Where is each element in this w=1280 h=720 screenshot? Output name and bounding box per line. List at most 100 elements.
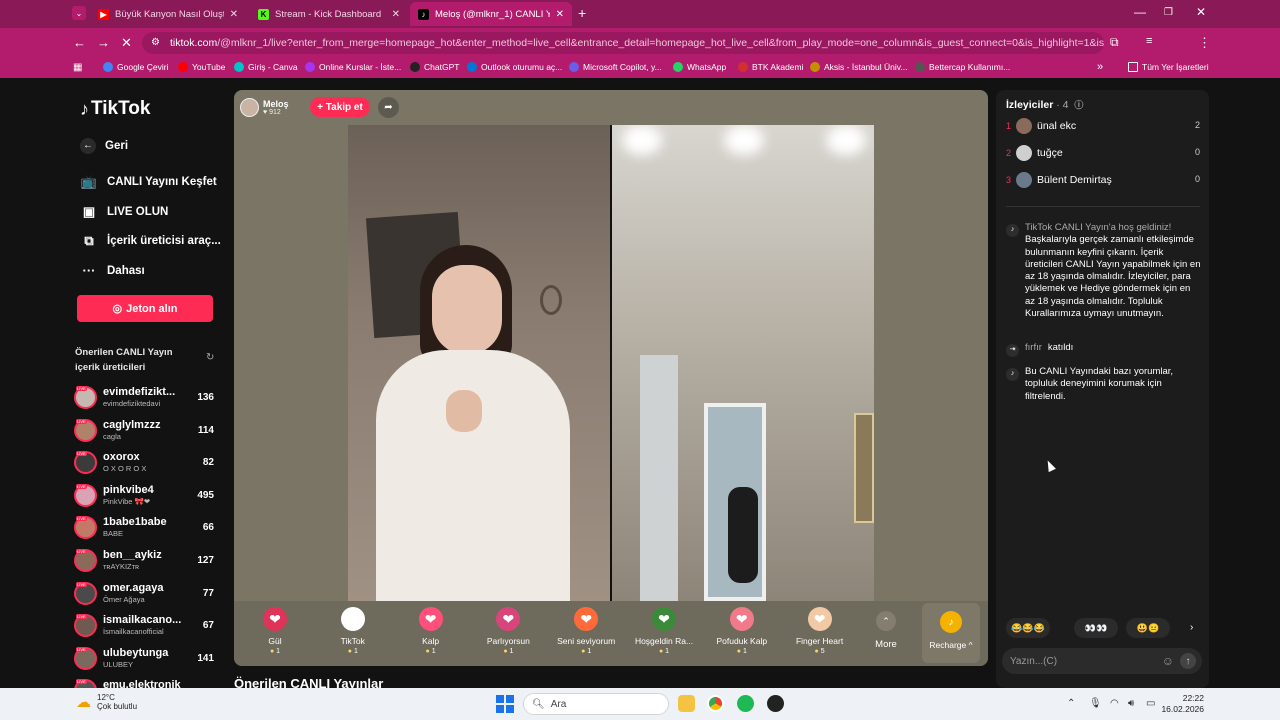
- bookmark-chatgpt[interactable]: ChatGPT: [410, 62, 459, 72]
- suggested-creator[interactable]: LIVE ismailkacano... İsmailkacanofficial 67: [74, 611, 224, 639]
- share-icon[interactable]: ➦: [378, 97, 399, 118]
- app-icon[interactable]: [767, 695, 784, 712]
- bookmark-udemy[interactable]: Online Kurslar - İste...: [305, 62, 401, 72]
- microphone-icon[interactable]: 🎙︎: [1089, 698, 1102, 709]
- gift-item[interactable]: ❤ Finger Heart ● 5: [782, 607, 858, 663]
- extensions-icon[interactable]: ⧉: [1110, 35, 1119, 50]
- battery-icon[interactable]: ▭: [1146, 698, 1155, 709]
- creator-nickname: İsmailkacanofficial: [103, 627, 164, 637]
- chrome-icon[interactable]: [707, 695, 724, 712]
- bookmarks-overflow-icon[interactable]: »: [1097, 61, 1103, 73]
- weather-widget[interactable]: ☁ 12°C Çok bulutlu: [76, 693, 137, 711]
- gift-item[interactable]: ❤ Gül ● 1: [237, 607, 313, 663]
- gift-item[interactable]: ❤ Parlıyorsun ● 1: [470, 607, 546, 663]
- bookmark-aksis[interactable]: Aksis - İstanbul Üniv...: [810, 62, 907, 72]
- tab-tiktok-live[interactable]: ♪ Meloş (@mlknr_1) CANLI Yayını ✕: [410, 2, 572, 26]
- forward-arrow-icon[interactable]: →: [97, 35, 110, 50]
- host-avatar[interactable]: [240, 97, 259, 117]
- host-likes-count: 912: [269, 108, 281, 116]
- get-coins-button[interactable]: ◎ Jeton alın: [77, 295, 213, 322]
- bookmark-whatsapp[interactable]: WhatsApp: [673, 62, 726, 72]
- maximize-button[interactable]: ❐: [1164, 7, 1173, 18]
- file-explorer-icon[interactable]: [678, 695, 695, 712]
- creator-name: evimdefizikt...: [103, 386, 176, 398]
- tab-youtube[interactable]: ▶ Büyük Kanyon Nasıl Oluştu? - Y ✕: [90, 2, 246, 26]
- sidebar-item-more[interactable]: ··· Dahası: [80, 263, 145, 278]
- tab-search-icon[interactable]: ⌄: [72, 6, 86, 20]
- back-link[interactable]: ← Geri: [80, 138, 128, 154]
- gift-item[interactable]: ❤ Kalp ● 1: [393, 607, 469, 663]
- live-stream-player[interactable]: Meloş ♥ 912 + Takip et ➦: [234, 90, 988, 666]
- sidebar-item-creator-tools[interactable]: ⧉ İçerik üreticisi araç...: [80, 233, 220, 249]
- emoji-picker-icon[interactable]: ☺: [1162, 654, 1174, 668]
- join-username[interactable]: fırfır: [1025, 342, 1042, 353]
- taskbar-search[interactable]: 🔍︎ Ara: [523, 693, 669, 715]
- suggested-creator[interactable]: LIVE ulubeytunga ULUBEY 141: [74, 644, 224, 672]
- clock[interactable]: 22:22 16.02.2026: [1160, 693, 1204, 715]
- info-icon[interactable]: ⓘ: [1074, 100, 1083, 110]
- close-icon[interactable]: ✕: [556, 9, 564, 20]
- more-gifts-button[interactable]: ⌃ More: [862, 607, 910, 663]
- follow-button[interactable]: + Takip et: [310, 97, 370, 117]
- suggested-creator[interactable]: LIVE evimdefizikt... evimdefiziktedavi 136: [74, 383, 224, 411]
- close-icon[interactable]: ✕: [392, 9, 400, 20]
- gift-item[interactable]: ❤ Hoşgeldin Ra... ● 1: [626, 607, 702, 663]
- quick-emoji-laugh[interactable]: 😂😂😂: [1006, 618, 1050, 638]
- host-info[interactable]: Meloş ♥ 912: [240, 95, 298, 119]
- weather-temp: 12°C: [97, 693, 115, 702]
- volume-icon[interactable]: 🔊︎: [1128, 698, 1134, 709]
- suggested-creator[interactable]: LIVE oxorox O X O R O X 82: [74, 448, 224, 476]
- close-window-button[interactable]: ✕: [1196, 5, 1206, 19]
- close-icon[interactable]: ✕: [230, 9, 238, 20]
- bookmark-youtube[interactable]: YouTube: [178, 62, 225, 72]
- suggested-creator[interactable]: LIVE emu.elektronik: [74, 676, 224, 688]
- recharge-button[interactable]: ♪ Recharge ^: [922, 603, 980, 663]
- tiktok-logo[interactable]: ♪ TikTok: [80, 98, 150, 120]
- windows-start-icon[interactable]: [496, 695, 514, 713]
- welcome-message: ♪ TikTok CANLI Yayın'a hoş geldiniz! Baş…: [1006, 222, 1202, 320]
- gift-item[interactable]: ❤ TikTok ● 1: [315, 607, 391, 663]
- viewer-row[interactable]: 2 tuğçe 0: [1006, 143, 1200, 163]
- send-icon[interactable]: ↑: [1180, 653, 1196, 669]
- refresh-icon[interactable]: ↻: [206, 352, 214, 363]
- bookmark-google-translate[interactable]: Google Çeviri: [103, 62, 169, 72]
- suggested-creator[interactable]: LIVE caglylmzzz cagla 114: [74, 416, 224, 444]
- suggested-creator[interactable]: LIVE omer.agaya Ömer Ağaya 77: [74, 579, 224, 607]
- sidebar: ♪ TikTok ← Geri 📺 CANLI Yayını Keşfet ▣ …: [64, 78, 228, 688]
- gift-item[interactable]: ❤ Seni seviyorum ● 1: [548, 607, 624, 663]
- chevron-up-icon[interactable]: ⌃: [1067, 698, 1075, 709]
- apps-grid-icon[interactable]: ▦: [73, 62, 82, 73]
- suggested-creator[interactable]: LIVE 1babe1babe BABE 66: [74, 513, 224, 541]
- sidebar-item-go-live[interactable]: ▣ LIVE OLUN: [80, 204, 169, 220]
- back-arrow-icon[interactable]: ←: [73, 35, 86, 50]
- get-coins-label: Jeton alın: [126, 302, 178, 315]
- bookmark-copilot[interactable]: Microsoft Copilot, y...: [569, 62, 662, 72]
- address-bar[interactable]: ⚙ tiktok.com/@mlknr_1/live?enter_from_me…: [142, 32, 1104, 54]
- quick-emoji-smile[interactable]: 😃😐: [1126, 618, 1170, 638]
- bookmark-bettercap[interactable]: Bettercap Kullanımı...: [915, 62, 1010, 72]
- viewer-row[interactable]: 1 ünal ekc 2: [1006, 116, 1200, 136]
- wifi-icon[interactable]: ◠: [1110, 698, 1119, 709]
- sidebar-item-explore-live[interactable]: 📺 CANLI Yayını Keşfet: [80, 174, 217, 190]
- suggested-creator[interactable]: LIVE pinkvibe4 PinkVibe 🎀❤ 495: [74, 481, 224, 509]
- minimize-button[interactable]: —: [1134, 5, 1146, 19]
- bookmark-btk[interactable]: BTK Akademi: [738, 62, 804, 72]
- suggested-creator[interactable]: LIVE ben__aykiz ᴛʀAYKIZᴛʀ 127: [74, 546, 224, 574]
- all-bookmarks[interactable]: Tüm Yer İşaretleri: [1128, 62, 1209, 72]
- spotify-icon[interactable]: [737, 695, 754, 712]
- canva-icon: [234, 62, 244, 72]
- quick-emoji-eyes[interactable]: 👀👀: [1074, 618, 1118, 638]
- browser-menu-icon[interactable]: ⋮: [1198, 35, 1211, 51]
- site-info-icon[interactable]: ⚙: [151, 37, 160, 48]
- chevron-right-icon[interactable]: ›: [1190, 622, 1193, 633]
- bookmark-outlook[interactable]: Outlook oturumu aç...: [467, 62, 562, 72]
- live-badge: LIVE: [76, 418, 87, 424]
- new-tab-button[interactable]: +: [578, 5, 586, 21]
- gift-item[interactable]: ❤ Pofuduk Kalp ● 1: [704, 607, 780, 663]
- chat-input[interactable]: Yazın...(C) ☺ ↑: [1002, 648, 1202, 674]
- bookmark-canva[interactable]: Giriş - Canva: [234, 62, 298, 72]
- stop-loading-icon[interactable]: ✕: [121, 35, 132, 51]
- viewer-row[interactable]: 3 Bülent Demirtaş 0: [1006, 170, 1200, 190]
- media-control-icon[interactable]: ≡: [1146, 35, 1152, 47]
- tab-kick[interactable]: K Stream - Kick Dashboard ✕: [250, 2, 408, 26]
